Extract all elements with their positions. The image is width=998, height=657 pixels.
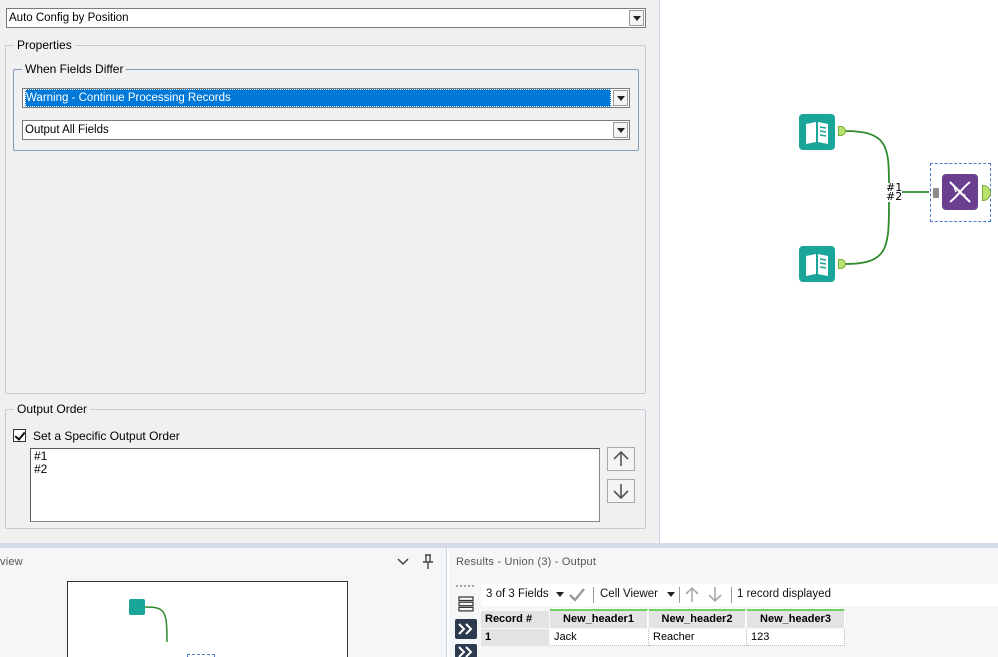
input-tool-1[interactable] bbox=[799, 114, 835, 150]
action-select[interactable]: Warning - Continue Processing Records bbox=[22, 88, 630, 108]
chevron-down-icon[interactable] bbox=[613, 90, 628, 106]
overview-pane: view bbox=[0, 548, 447, 657]
pin-icon[interactable] bbox=[421, 554, 435, 570]
union-tool[interactable] bbox=[942, 174, 978, 210]
move-down-button[interactable] bbox=[607, 479, 635, 503]
output-fields-select-value: Output All Fields bbox=[25, 124, 109, 136]
connection-label-2: #2 bbox=[886, 190, 903, 203]
dna-icon bbox=[949, 181, 971, 203]
arrow-up-icon[interactable] bbox=[684, 586, 700, 603]
arrow-up-icon bbox=[613, 450, 629, 466]
double-chevron-right-icon bbox=[458, 646, 473, 657]
column-header[interactable]: New_header2 bbox=[649, 609, 746, 628]
union-tool-selection[interactable] bbox=[930, 163, 991, 222]
input-tool-2[interactable] bbox=[799, 246, 835, 282]
when-fields-differ-group: When Fields Differ Warning - Continue Pr… bbox=[13, 62, 639, 151]
row-number[interactable]: 1 bbox=[481, 629, 549, 646]
toolbar-separator bbox=[679, 587, 680, 603]
expand-more-button[interactable] bbox=[455, 644, 477, 657]
checkmark-icon[interactable] bbox=[568, 587, 586, 602]
union-config-panel: Auto Config by Position Properties When … bbox=[0, 0, 660, 543]
table-view-button[interactable] bbox=[455, 594, 477, 614]
chevron-down-icon[interactable] bbox=[629, 10, 644, 26]
records-status: 1 record displayed bbox=[737, 588, 831, 600]
caret-down-icon[interactable] bbox=[667, 592, 675, 598]
table-cell[interactable]: Jack bbox=[550, 629, 649, 646]
action-select-value: Warning - Continue Processing Records bbox=[25, 89, 611, 107]
mini-connection bbox=[145, 606, 168, 642]
input-anchor[interactable] bbox=[933, 188, 939, 198]
specific-order-checkbox[interactable] bbox=[13, 429, 26, 442]
chevron-down-icon[interactable] bbox=[613, 122, 628, 138]
mode-select[interactable]: Auto Config by Position bbox=[6, 8, 646, 28]
when-fields-differ-legend: When Fields Differ bbox=[22, 62, 127, 76]
overview-viewport[interactable] bbox=[67, 581, 348, 657]
mode-select-value: Auto Config by Position bbox=[9, 12, 129, 24]
chevron-down-icon[interactable] bbox=[397, 557, 409, 567]
table-cell[interactable]: Reacher bbox=[649, 629, 747, 646]
column-header-record[interactable]: Record # bbox=[481, 611, 549, 628]
arrow-down-icon[interactable] bbox=[707, 586, 723, 603]
table-cell[interactable]: 123 bbox=[747, 629, 845, 646]
results-grid: Record # New_header1 New_header2 New_hea… bbox=[481, 609, 998, 657]
specific-order-label: Set a Specific Output Order bbox=[33, 429, 180, 443]
expand-results-button[interactable] bbox=[455, 619, 477, 639]
fields-select[interactable]: 3 of 3 Fields bbox=[486, 588, 549, 600]
toolbar-separator bbox=[593, 587, 594, 603]
order-item[interactable]: #2 bbox=[34, 463, 596, 476]
column-header[interactable]: New_header3 bbox=[747, 609, 845, 628]
double-chevron-right-icon bbox=[458, 623, 473, 635]
move-up-button[interactable] bbox=[607, 447, 635, 471]
table-rows-icon bbox=[458, 596, 474, 612]
results-title: Results - Union (3) - Output bbox=[456, 556, 597, 568]
output-fields-select[interactable]: Output All Fields bbox=[22, 120, 630, 140]
output-anchor[interactable] bbox=[982, 185, 991, 201]
mini-input-tool bbox=[129, 599, 145, 615]
caret-down-icon[interactable] bbox=[556, 592, 564, 598]
output-order-legend: Output Order bbox=[14, 402, 91, 416]
order-listbox[interactable]: #1 #2 bbox=[30, 448, 600, 522]
properties-legend: Properties bbox=[14, 38, 75, 52]
drag-grip-icon[interactable] bbox=[455, 584, 477, 588]
arrow-down-icon bbox=[613, 484, 629, 500]
results-pane: Results - Union (3) - Output 3 of 3 Fiel… bbox=[449, 548, 998, 657]
properties-group: Properties When Fields Differ Warning - … bbox=[5, 38, 646, 394]
cell-viewer-select[interactable]: Cell Viewer bbox=[600, 588, 658, 600]
order-item[interactable]: #1 bbox=[34, 450, 596, 463]
results-toolbar: 3 of 3 Fields Cell Viewer 1 record displ… bbox=[481, 584, 998, 606]
column-header[interactable]: New_header1 bbox=[550, 609, 648, 628]
workflow-canvas[interactable]: #1 #2 bbox=[661, 0, 998, 543]
output-order-group: Output Order Set a Specific Output Order… bbox=[5, 402, 646, 529]
book-icon bbox=[806, 122, 828, 144]
book-icon bbox=[806, 254, 828, 276]
toolbar-separator bbox=[731, 587, 732, 603]
overview-title: view bbox=[0, 556, 23, 568]
